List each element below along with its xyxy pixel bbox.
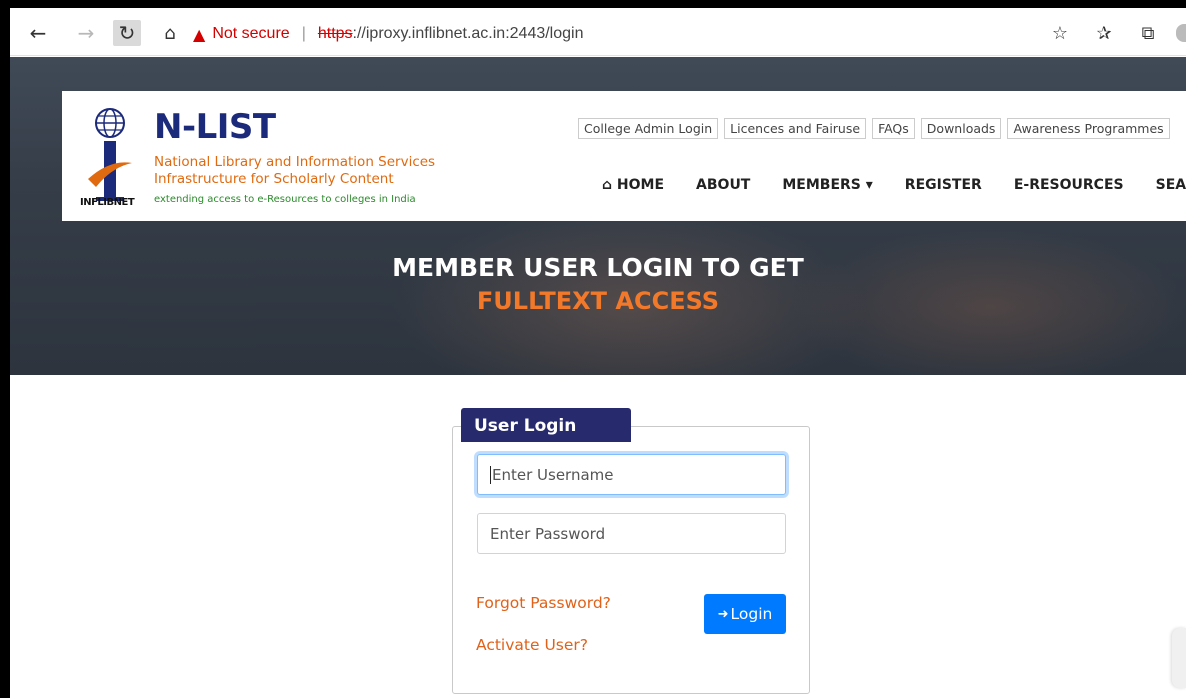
logo-subtitle-line2: Infrastructure for Scholarly Content	[154, 171, 394, 187]
url-protocol: https	[317, 25, 353, 42]
main-nav: ⌂ HOME ABOUT MEMBERS ▾ REGISTER E-RESOUR…	[602, 177, 1186, 193]
username-input[interactable]: Enter Username	[477, 454, 786, 495]
collections-icon[interactable]: ⧉	[1134, 20, 1162, 46]
nav-search[interactable]: SEARCH	[1156, 177, 1186, 193]
nav-home[interactable]: ⌂ HOME	[602, 177, 664, 193]
chevron-down-icon: ▾	[865, 177, 873, 193]
profile-avatar[interactable]	[1176, 24, 1186, 42]
top-link-faqs[interactable]: FAQs	[872, 118, 915, 139]
home-nav-icon: ⌂	[602, 177, 613, 193]
site-header: INFLIBNET N-LIST National Library and In…	[62, 91, 1186, 221]
username-placeholder: Enter Username	[492, 465, 614, 484]
login-card-title: User Login	[461, 408, 631, 442]
address-bar[interactable]: ▲ Not secure | https://iproxy.inflibnet.…	[193, 23, 1033, 45]
warning-icon: ▲	[193, 24, 206, 44]
edge-sidebar-handle[interactable]	[1172, 628, 1186, 688]
browser-toolbar: ← → ↻ ⌂ ▲ Not secure | https://iproxy.in…	[10, 8, 1186, 56]
forward-icon[interactable]: →	[72, 20, 100, 46]
home-icon[interactable]: ⌂	[156, 20, 184, 46]
favorites-list-icon[interactable]: ✰	[1090, 20, 1118, 46]
url-text: ://iproxy.inflibnet.ac.in:2443/login	[352, 25, 584, 42]
nav-register[interactable]: REGISTER	[905, 177, 982, 193]
hero-heading: MEMBER USER LOGIN TO GET	[392, 253, 804, 282]
text-caret	[490, 465, 491, 484]
refresh-icon[interactable]: ↻	[113, 20, 141, 46]
logo-title[interactable]: N-LIST	[154, 107, 276, 147]
top-links: College Admin Login Licences and Fairuse…	[578, 118, 1170, 139]
logo-subtitle-line1: National Library and Information Service…	[154, 154, 436, 170]
login-button[interactable]: ➜ Login	[704, 594, 786, 634]
back-icon[interactable]: ←	[24, 20, 52, 46]
address-separator: |	[301, 25, 306, 42]
site-hero: INFLIBNET N-LIST National Library and In…	[10, 57, 1186, 375]
password-placeholder: Enter Password	[490, 524, 606, 543]
security-status[interactable]: Not secure	[212, 25, 289, 43]
top-link-college-admin-login[interactable]: College Admin Login	[578, 118, 719, 139]
nav-about[interactable]: ABOUT	[696, 177, 750, 193]
logo-org-name: INFLIBNET	[80, 197, 135, 208]
top-link-awareness[interactable]: Awareness Programmes	[1007, 118, 1170, 139]
top-link-downloads[interactable]: Downloads	[920, 118, 1002, 139]
nav-e-resources[interactable]: E-RESOURCES	[1014, 177, 1124, 193]
nav-members-label: MEMBERS	[782, 177, 861, 193]
top-link-licences[interactable]: Licences and Fairuse	[724, 118, 867, 139]
favorite-star-icon[interactable]: ☆	[1046, 20, 1074, 46]
forgot-password-link[interactable]: Forgot Password?	[476, 594, 611, 612]
logo-tagline: extending access to e-Resources to colle…	[154, 194, 416, 205]
nav-home-label: HOME	[616, 177, 665, 193]
activate-user-link[interactable]: Activate User?	[476, 636, 588, 654]
sign-in-icon: ➜	[717, 606, 729, 622]
browser-window: ← → ↻ ⌂ ▲ Not secure | https://iproxy.in…	[10, 8, 1186, 698]
login-button-label: Login	[730, 605, 773, 623]
password-input[interactable]: Enter Password	[477, 513, 786, 554]
nav-members[interactable]: MEMBERS ▾	[782, 177, 872, 193]
hero-subheading: FULLTEXT ACCESS	[476, 287, 720, 315]
